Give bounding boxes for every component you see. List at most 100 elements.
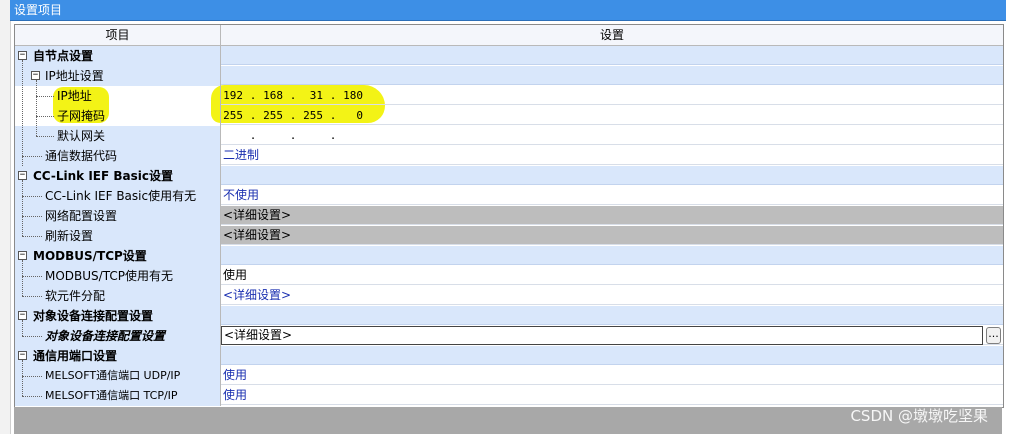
ip-separator: . [329, 89, 337, 102]
section-row-ports[interactable]: − 通信用端口设置 [15, 346, 1003, 366]
ip-separator: . [249, 129, 257, 142]
setting-label: 通信数据代码 [45, 149, 118, 163]
row-label-cell: − IP地址设置 [15, 66, 221, 86]
row-label-cell: 网络配置设置 [15, 206, 221, 226]
collapse-icon[interactable]: − [18, 351, 27, 360]
tree-line [22, 376, 42, 377]
refresh-detail-button[interactable]: <详细设置> [221, 226, 1003, 245]
ellipsis-button[interactable]: ... [986, 327, 1001, 344]
ip-octet[interactable]: 255 [223, 106, 243, 125]
setting-row-modbus-use[interactable]: MODBUS/TCP使用有无 使用 [15, 266, 1003, 286]
collapse-icon[interactable]: − [18, 251, 27, 260]
ip-octet[interactable]: 0 [343, 106, 363, 125]
ip-octet[interactable]: 180 [343, 86, 363, 105]
setting-label: 网络配置设置 [45, 209, 118, 223]
ip-octet[interactable]: 192 [223, 86, 243, 105]
watermark-text: CSDN @墩墩吃坚果 [850, 407, 988, 425]
row-value-cell [221, 246, 1003, 265]
row-label-cell: − 通信用端口设置 [15, 346, 221, 366]
setting-label: IP地址 [57, 89, 92, 103]
target-device-detail-field[interactable]: <详细设置> [221, 326, 983, 345]
column-header-setting[interactable]: 设置 [221, 25, 1003, 46]
tree-line [22, 60, 23, 166]
ip-separator: . [329, 109, 337, 122]
setting-row-udp-port[interactable]: MELSOFT通信端口 UDP/IP 使用 [15, 366, 1003, 386]
row-label-cell: − 对象设备连接配置设置 [15, 306, 221, 326]
tree-line [36, 96, 54, 97]
setting-row-device-assignment[interactable]: 软元件分配 <详细设置> [15, 286, 1003, 306]
tcp-port-value[interactable]: 使用 [221, 386, 1003, 405]
section-label: 自节点设置 [33, 49, 94, 63]
row-value-cell [221, 166, 1003, 185]
ip-octet[interactable]: 255 [263, 106, 283, 125]
tree-line [22, 156, 42, 157]
section-row-cclink[interactable]: − CC-Link IEF Basic设置 [15, 166, 1003, 186]
modbus-use-value[interactable]: 使用 [221, 266, 1003, 285]
setting-label: 软元件分配 [45, 289, 106, 303]
row-label-cell: 软元件分配 [15, 286, 221, 306]
ip-separator: . [289, 109, 297, 122]
setting-row-ip-address[interactable]: IP地址 192. 168. 31. 180 [15, 86, 1003, 106]
tree-line [36, 80, 37, 136]
row-value-cell [221, 346, 1003, 365]
tree-line [22, 296, 42, 297]
section-row-target-device[interactable]: − 对象设备连接配置设置 [15, 306, 1003, 326]
collapse-icon[interactable]: − [18, 311, 27, 320]
row-label-cell: 对象设备连接配置设置 [15, 326, 221, 346]
subsection-label: IP地址设置 [45, 69, 104, 83]
ip-separator: . [329, 129, 337, 142]
device-assignment-detail-link[interactable]: <详细设置> [221, 286, 1003, 305]
tree-line [36, 116, 54, 117]
cclink-use-value[interactable]: 不使用 [221, 186, 1003, 205]
row-value-cell [221, 66, 1003, 85]
row-label-cell: − MODBUS/TCP设置 [15, 246, 221, 266]
setting-label: MELSOFT通信端口 TCP/IP [45, 389, 178, 402]
subsection-row-ip-settings[interactable]: − IP地址设置 [15, 66, 1003, 86]
setting-row-data-code[interactable]: 通信数据代码 二进制 [15, 146, 1003, 166]
network-config-detail-button[interactable]: <详细设置> [221, 206, 1003, 225]
setting-label: CC-Link IEF Basic使用有无 [45, 189, 197, 203]
ip-octet[interactable]: 168 [263, 86, 283, 105]
setting-label: MODBUS/TCP使用有无 [45, 269, 173, 283]
tree-line [22, 396, 42, 397]
setting-row-refresh[interactable]: 刷新设置 <详细设置> [15, 226, 1003, 246]
tree-line [22, 276, 42, 277]
section-label: MODBUS/TCP设置 [33, 249, 147, 263]
udp-port-value[interactable]: 使用 [221, 366, 1003, 385]
tree-line [22, 336, 42, 337]
tree-line [22, 360, 23, 396]
tree-line [22, 216, 42, 217]
section-row-own-node[interactable]: − 自节点设置 [15, 46, 1003, 66]
data-code-value[interactable]: 二进制 [221, 146, 1003, 165]
setting-row-tcp-port[interactable]: MELSOFT通信端口 TCP/IP 使用 [15, 386, 1003, 406]
row-label-cell: MODBUS/TCP使用有无 [15, 266, 221, 286]
setting-row-cclink-use[interactable]: CC-Link IEF Basic使用有无 不使用 [15, 186, 1003, 206]
setting-label: MELSOFT通信端口 UDP/IP [45, 369, 181, 382]
row-label-cell: − 自节点设置 [15, 46, 221, 66]
row-label-cell: MELSOFT通信端口 UDP/IP [15, 366, 221, 386]
ip-octet[interactable]: 255 [303, 106, 323, 125]
section-label: 通信用端口设置 [33, 349, 118, 363]
setting-row-default-gateway[interactable]: 默认网关 ... [15, 126, 1003, 146]
setting-label: 对象设备连接配置设置 [45, 329, 166, 343]
row-value-cell [221, 306, 1003, 325]
section-row-modbus[interactable]: − MODBUS/TCP设置 [15, 246, 1003, 266]
section-label: 对象设备连接配置设置 [33, 309, 154, 323]
collapse-icon[interactable]: − [18, 51, 27, 60]
ip-octet[interactable]: 31 [303, 86, 323, 105]
ip-address-field[interactable]: 192. 168. 31. 180 [221, 86, 1003, 105]
setting-row-network-config[interactable]: 网络配置设置 <详细设置> [15, 206, 1003, 226]
row-label-cell: CC-Link IEF Basic使用有无 [15, 186, 221, 206]
tree-line [22, 320, 23, 336]
collapse-icon[interactable]: − [31, 71, 40, 80]
setting-row-target-device-config[interactable]: 对象设备连接配置设置 <详细设置> ... [15, 326, 1003, 346]
collapse-icon[interactable]: − [18, 171, 27, 180]
subnet-mask-field[interactable]: 255. 255. 255. 0 [221, 106, 1003, 125]
setting-label: 默认网关 [57, 129, 106, 143]
tree-line [22, 260, 23, 296]
setting-row-subnet-mask[interactable]: 子网掩码 255. 255. 255. 0 [15, 106, 1003, 126]
window-title: 设置项目 [10, 0, 1006, 21]
column-header-item[interactable]: 项目 [15, 25, 221, 46]
bottom-panel: CSDN @墩墩吃坚果 [14, 407, 1002, 434]
default-gateway-field[interactable]: ... [221, 126, 1003, 145]
